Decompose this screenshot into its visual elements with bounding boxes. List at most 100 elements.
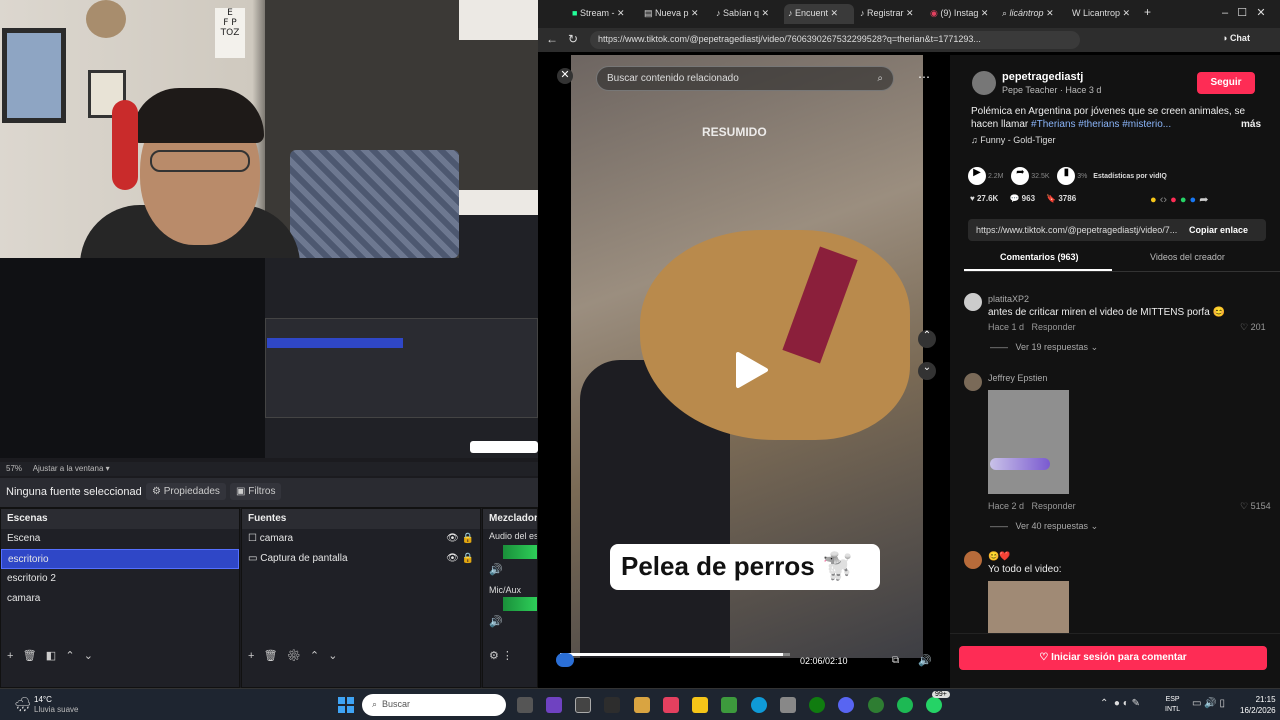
store-icon[interactable] bbox=[780, 697, 796, 713]
tab[interactable]: ♪ Registrar ✕ bbox=[856, 4, 926, 24]
reply-button[interactable]: Responder bbox=[1032, 322, 1076, 332]
copy-link-button[interactable]: Copiar enlace bbox=[1189, 225, 1248, 235]
comment-user[interactable]: 😊❤️ bbox=[988, 551, 1010, 562]
comment-user[interactable]: Jeffrey Epstien bbox=[988, 373, 1047, 383]
move-down-icon[interactable]: ⌄ bbox=[84, 650, 93, 662]
whatsapp-icon[interactable] bbox=[926, 697, 942, 713]
app-icon[interactable] bbox=[868, 697, 884, 713]
bookmark-icon[interactable]: 🔖 bbox=[1046, 194, 1056, 203]
taskbar-search[interactable]: ⌕ Buscar bbox=[362, 694, 506, 716]
tab[interactable]: ■ Stream - ✕ bbox=[568, 4, 638, 24]
app-icon[interactable] bbox=[634, 697, 650, 713]
edge-icon[interactable] bbox=[751, 697, 767, 713]
progress-handle-icon[interactable] bbox=[556, 653, 574, 667]
app-icon[interactable] bbox=[604, 697, 620, 713]
window-controls[interactable]: – ☐ ✕ bbox=[1218, 4, 1278, 24]
search-icon[interactable]: ⌕ bbox=[877, 73, 883, 84]
more-link[interactable]: más bbox=[1241, 118, 1261, 131]
obs-icon[interactable] bbox=[575, 697, 591, 713]
source-item[interactable]: ☐ camara 👁 🔒 bbox=[242, 529, 480, 549]
scene-item[interactable]: camara bbox=[1, 589, 239, 609]
comment-image[interactable] bbox=[988, 390, 1069, 494]
volume-icon[interactable]: 🔊 bbox=[918, 654, 932, 667]
heart-icon[interactable]: ♥ bbox=[970, 194, 975, 203]
copilot-chat-button[interactable]: ◑ Chat bbox=[1222, 33, 1250, 43]
source-item[interactable]: ▭ Captura de pantalla 👁 🔒 bbox=[242, 549, 480, 569]
add-scene-button[interactable]: + bbox=[7, 650, 13, 662]
visibility-eye-icon[interactable]: 👁 🔒 bbox=[446, 553, 474, 564]
view-replies-button[interactable]: —— Ver 19 respuestas ⌄ bbox=[990, 342, 1098, 353]
avatar[interactable] bbox=[964, 551, 982, 569]
more-options-icon[interactable]: ⋯ bbox=[918, 70, 930, 84]
music-link[interactable]: ♫ Funny - Gold-Tiger bbox=[971, 135, 1055, 145]
app-icon[interactable] bbox=[663, 697, 679, 713]
weather-widget[interactable]: 14°C Lluvia suave bbox=[34, 695, 78, 715]
tray-icons[interactable]: ⌃ ● ◐ ✎ bbox=[1100, 698, 1140, 709]
tab[interactable]: ♪ Sabían q ✕ bbox=[712, 4, 782, 24]
pip-icon[interactable]: ⧉ bbox=[892, 655, 899, 666]
fit-window-dropdown[interactable]: Ajustar a la ventana bbox=[33, 464, 104, 473]
network-volume-icons[interactable]: ▭ 🔊 ▯ bbox=[1192, 698, 1225, 709]
progress-track[interactable] bbox=[560, 653, 790, 656]
visibility-eye-icon[interactable]: 👁 🔒 bbox=[446, 533, 474, 544]
volume-icon[interactable]: 🔊 bbox=[489, 563, 503, 576]
scene-item-selected[interactable]: escritorio bbox=[1, 549, 239, 569]
play-icon[interactable] bbox=[730, 350, 770, 390]
comment-image[interactable] bbox=[988, 581, 1069, 633]
tab-active[interactable]: ♪ Encuent ✕ bbox=[784, 4, 854, 24]
username[interactable]: pepetragediastj bbox=[1002, 71, 1083, 83]
comment-icon[interactable]: 💬 bbox=[1009, 194, 1019, 203]
bar-chart-icon[interactable]: ▮ bbox=[1057, 167, 1076, 185]
weather-icon[interactable]: 🌧 bbox=[14, 696, 32, 713]
tab-comments[interactable]: Comentarios (963) bbox=[1000, 252, 1079, 262]
tab[interactable]: ▤ Nueva p ✕ bbox=[640, 4, 710, 24]
discord-icon[interactable] bbox=[838, 697, 854, 713]
login-to-comment-button[interactable]: ♡ Iniciar sesión para comentar bbox=[959, 646, 1267, 670]
share-icons[interactable]: ● ‹› ● ● ● ➦ bbox=[1150, 193, 1208, 206]
play-icon[interactable]: ▶ bbox=[968, 167, 986, 185]
avatar[interactable] bbox=[972, 71, 996, 95]
tab[interactable]: ⌕ licántrop ✕ bbox=[998, 4, 1068, 24]
xbox-icon[interactable] bbox=[809, 697, 825, 713]
volume-icon[interactable]: 🔊 bbox=[489, 615, 503, 628]
task-view-icon[interactable] bbox=[517, 697, 533, 713]
follow-button[interactable]: Seguir bbox=[1197, 72, 1255, 94]
comment-likes[interactable]: ♡ 201 bbox=[1240, 322, 1266, 333]
avatar[interactable] bbox=[964, 373, 982, 391]
url-field[interactable]: https://www.tiktok.com/@pepetragediastj/… bbox=[590, 31, 1080, 49]
move-down-icon[interactable]: ⌄ bbox=[328, 650, 337, 662]
close-icon[interactable]: ✕ bbox=[557, 68, 573, 84]
related-search-input[interactable]: Buscar contenido relacionado ⌕ bbox=[596, 66, 894, 91]
zoom-level[interactable]: 57% bbox=[6, 464, 22, 473]
filters-icon[interactable]: ◧ bbox=[46, 650, 56, 662]
remove-source-button[interactable]: 🗑 bbox=[264, 650, 278, 662]
avatar[interactable] bbox=[964, 293, 982, 311]
clock[interactable]: 21:15 16/2/2026 bbox=[1240, 694, 1276, 716]
hashtags[interactable]: #Therians #therians #misterio... bbox=[1031, 119, 1171, 130]
view-replies-button[interactable]: —— Ver 40 respuestas ⌄ bbox=[990, 521, 1098, 532]
comment-likes[interactable]: ♡ 5154 bbox=[1240, 501, 1271, 512]
reload-icon[interactable]: ↻ bbox=[568, 32, 578, 46]
back-icon[interactable]: ← bbox=[546, 32, 558, 46]
scene-item[interactable]: Escena bbox=[1, 529, 239, 549]
app-icon[interactable] bbox=[721, 697, 737, 713]
reply-button[interactable]: Responder bbox=[1032, 501, 1076, 511]
share-arrow-icon[interactable]: ➦ bbox=[1011, 167, 1030, 185]
language-indicator[interactable]: ESP INTL bbox=[1165, 695, 1180, 715]
move-up-icon[interactable]: ⌃ bbox=[310, 650, 319, 662]
scene-item[interactable]: escritorio 2 bbox=[1, 569, 239, 589]
tab[interactable]: ◉ (9) Instag ✕ bbox=[926, 4, 996, 24]
tab[interactable]: W Licantrop ✕ bbox=[1068, 4, 1138, 24]
filters-button[interactable]: ▣ Filtros bbox=[230, 483, 282, 500]
new-tab-button[interactable]: + bbox=[1142, 4, 1158, 24]
start-icon[interactable] bbox=[338, 697, 354, 713]
tab-creator-videos[interactable]: Videos del creador bbox=[1150, 252, 1225, 262]
mixer-settings-icon[interactable]: ⚙ ⋮ bbox=[489, 649, 513, 662]
add-source-button[interactable]: + bbox=[248, 650, 254, 662]
spotify-icon[interactable] bbox=[897, 697, 913, 713]
move-up-icon[interactable]: ⌃ bbox=[65, 650, 74, 662]
file-explorer-icon[interactable] bbox=[692, 697, 708, 713]
properties-button[interactable]: ⚙ Propiedades bbox=[146, 483, 226, 500]
next-video-icon[interactable]: ⌄ bbox=[918, 362, 936, 380]
gear-icon[interactable]: ⚙ bbox=[287, 650, 301, 662]
